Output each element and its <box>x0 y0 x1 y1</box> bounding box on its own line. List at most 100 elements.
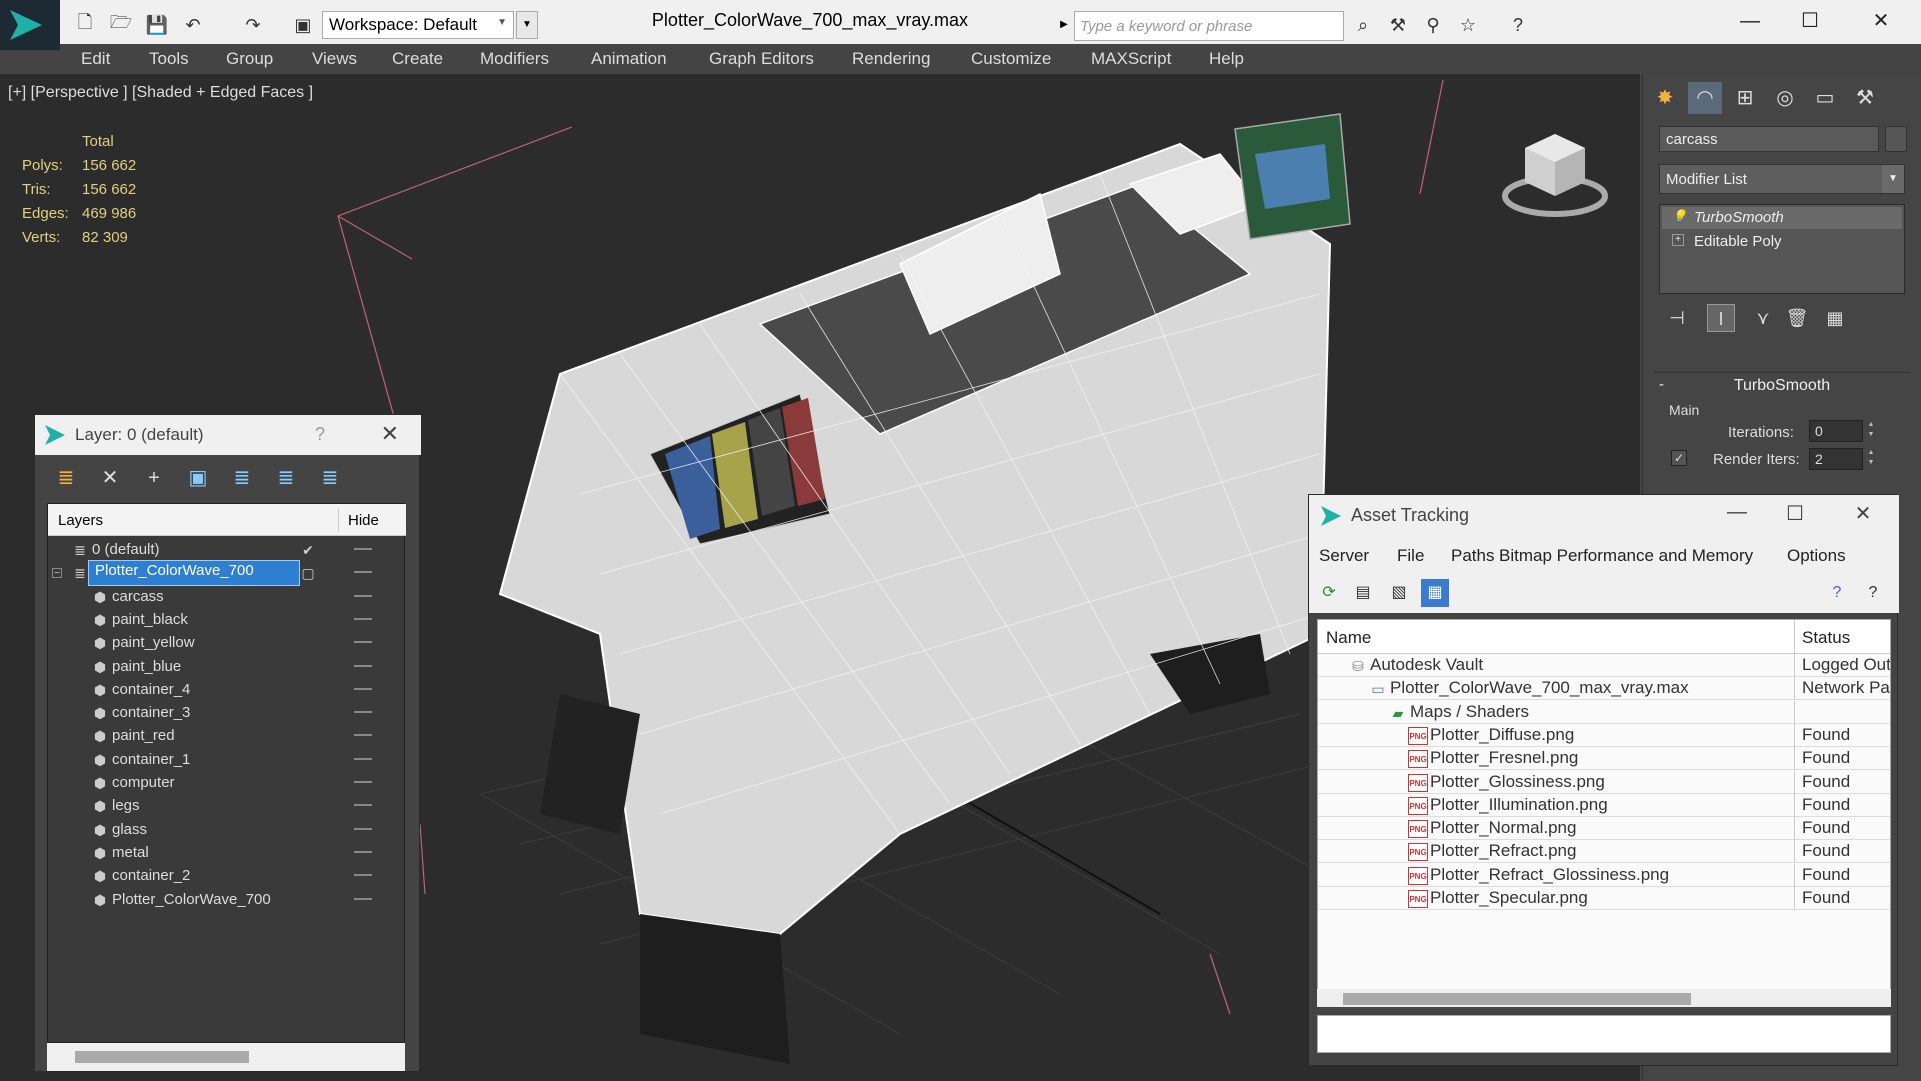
object-row[interactable]: ⬢ Plotter_ColorWave_700 <box>48 886 406 914</box>
hide-toggle[interactable] <box>354 548 372 550</box>
object-name-field[interactable]: carcass <box>1659 126 1879 152</box>
help-icon[interactable]: ? <box>315 424 325 445</box>
asset-row[interactable]: ▰ Maps / Shaders <box>1318 700 1890 724</box>
viewport-label[interactable]: [+] [Perspective ] [Shaded + Edged Faces… <box>8 84 313 102</box>
col-layers[interactable]: Layers <box>58 512 103 529</box>
asset-row[interactable]: PNG Plotter_Illumination.png Found <box>1318 793 1890 817</box>
open-file-icon[interactable]: 🗁 <box>108 12 134 38</box>
close-button[interactable]: ✕ <box>1856 6 1906 36</box>
menu-graph-editors[interactable]: Graph Editors <box>709 49 814 69</box>
new-file-icon[interactable]: 🗋 <box>72 12 98 38</box>
motion-tab-icon[interactable]: ◎ <box>1768 82 1802 114</box>
search-input[interactable]: Type a keyword or phrase <box>1074 11 1344 41</box>
turbosmooth-rollout-header[interactable]: - TurboSmooth <box>1653 372 1911 400</box>
collapse-icon[interactable]: − <box>52 568 62 579</box>
refresh-icon[interactable]: ⟳ <box>1315 579 1343 607</box>
hierarchy-tab-icon[interactable]: ⊞ <box>1728 82 1762 114</box>
display-tab-icon[interactable]: ▭ <box>1808 82 1842 114</box>
col-hide[interactable]: Hide <box>348 512 379 529</box>
render-iters-spinner[interactable]: 2 <box>1809 448 1863 470</box>
highlight-layer-icon[interactable]: ≣ <box>227 463 257 493</box>
menu-tools[interactable]: Tools <box>149 49 189 69</box>
minimize-button[interactable]: — <box>1717 501 1757 524</box>
col-name[interactable]: Name <box>1326 628 1371 648</box>
close-button[interactable]: ✕ <box>1843 501 1883 526</box>
modifier-list-dropdown[interactable]: Modifier List ▼ <box>1659 164 1905 194</box>
delete-layer-icon[interactable]: ✕ <box>95 463 125 493</box>
asset-row[interactable]: PNG Plotter_Glossiness.png Found <box>1318 770 1890 794</box>
menu-file[interactable]: File <box>1397 546 1424 566</box>
stack-item-turbosmooth[interactable]: 💡 TurboSmooth <box>1662 207 1902 229</box>
hide-toggle[interactable] <box>354 874 372 877</box>
save-icon[interactable]: 💾 <box>144 12 170 38</box>
horizontal-scrollbar[interactable] <box>47 1043 405 1071</box>
hide-toggle[interactable] <box>354 641 372 644</box>
expand-icon[interactable]: + <box>1672 234 1684 246</box>
utilities-tab-icon[interactable]: ⚒ <box>1848 82 1882 114</box>
hide-toggle[interactable] <box>354 687 372 690</box>
asset-row[interactable]: PNG Plotter_Refract.png Found <box>1318 840 1890 864</box>
hide-toggle[interactable] <box>354 827 372 830</box>
play-icon[interactable]: ▶ <box>1056 12 1072 38</box>
context-help-icon[interactable]: ? <box>1859 579 1887 607</box>
hide-toggle[interactable] <box>354 734 372 737</box>
hide-toggle[interactable] <box>354 757 372 760</box>
layer-panel-titlebar[interactable]: Layer: 0 (default) ? ✕ <box>35 415 421 455</box>
render-iters-checkbox[interactable]: ✓ <box>1671 450 1687 466</box>
menu-maxscript[interactable]: MAXScript <box>1091 49 1171 69</box>
menu-paths[interactable]: Paths <box>1451 546 1494 566</box>
workspace-menu-button[interactable]: ▼ <box>516 11 538 39</box>
menu-options[interactable]: Options <box>1787 546 1846 566</box>
viewcube-icon[interactable] <box>1500 124 1610 224</box>
asset-row[interactable]: PNG Plotter_Refract_Glossiness.png Found <box>1318 863 1890 887</box>
signin-icon[interactable]: ⚲ <box>1420 12 1446 38</box>
remove-modifier-icon[interactable]: 🗑 <box>1783 304 1811 332</box>
col-status[interactable]: Status <box>1802 628 1850 648</box>
undo-icon[interactable]: ↶ <box>180 12 206 38</box>
maximize-button[interactable]: ☐ <box>1775 501 1815 526</box>
asset-row[interactable]: ▭ Plotter_ColorWave_700_max_vray.max Netwo… <box>1318 677 1890 701</box>
object-color-swatch[interactable] <box>1885 126 1907 152</box>
app-logo[interactable] <box>0 0 60 50</box>
menu-create[interactable]: Create <box>392 49 443 69</box>
hide-toggle[interactable] <box>354 711 372 714</box>
hide-toggle[interactable] <box>354 781 372 783</box>
asset-row[interactable]: PNG Plotter_Specular.png Found <box>1318 887 1890 910</box>
help-icon[interactable]: ? <box>1823 579 1851 607</box>
menu-views[interactable]: Views <box>312 49 357 69</box>
favorites-icon[interactable]: ☆ <box>1455 12 1481 38</box>
configure-sets-icon[interactable]: ▦ <box>1821 304 1849 332</box>
help-icon[interactable]: ? <box>1505 12 1531 38</box>
maximize-button[interactable]: ☐ <box>1785 6 1835 36</box>
minimize-button[interactable]: — <box>1725 6 1775 36</box>
menu-bitmap-performance[interactable]: Bitmap Performance and Memory <box>1499 546 1753 566</box>
menu-edit[interactable]: Edit <box>81 49 110 69</box>
add-to-layer-icon[interactable]: + <box>139 463 169 493</box>
horizontal-scrollbar[interactable] <box>1317 989 1891 1007</box>
binoculars-icon[interactable]: ⌕ <box>1350 12 1376 38</box>
hide-toggle[interactable] <box>354 617 372 620</box>
menu-server[interactable]: Server <box>1319 546 1369 566</box>
asset-tracking-titlebar[interactable]: Asset Tracking — ☐ ✕ <box>1309 495 1899 537</box>
hide-toggle[interactable] <box>354 897 372 900</box>
menu-group[interactable]: Group <box>226 49 273 69</box>
menu-modifiers[interactable]: Modifiers <box>480 49 549 69</box>
project-folder-icon[interactable]: ▣ <box>290 12 316 38</box>
spinner-arrows-icon[interactable]: ▲ ▼ <box>1865 420 1877 442</box>
list-view-icon[interactable]: ▤ <box>1349 579 1377 607</box>
hide-toggle[interactable] <box>354 804 372 807</box>
tools-icon[interactable]: ⚒ <box>1385 12 1411 38</box>
iterations-spinner[interactable]: 0 <box>1809 420 1863 442</box>
freeze-all-layers-icon[interactable]: ≣ <box>315 463 345 493</box>
select-objects-icon[interactable]: ▣ <box>183 463 213 493</box>
menu-help[interactable]: Help <box>1209 49 1244 69</box>
asset-row[interactable]: PNG Plotter_Diffuse.png Found <box>1318 723 1890 747</box>
hide-toggle[interactable] <box>354 664 372 667</box>
hide-all-layers-icon[interactable]: ≣ <box>271 463 301 493</box>
asset-row[interactable]: ⛁ Autodesk Vault Logged Out <box>1318 654 1890 677</box>
menu-animation[interactable]: Animation <box>591 49 667 69</box>
pin-stack-icon[interactable]: ⊣ <box>1663 304 1691 332</box>
menu-rendering[interactable]: Rendering <box>852 49 930 69</box>
asset-row[interactable]: PNG Plotter_Normal.png Found <box>1318 817 1890 841</box>
menu-customize[interactable]: Customize <box>971 49 1051 69</box>
